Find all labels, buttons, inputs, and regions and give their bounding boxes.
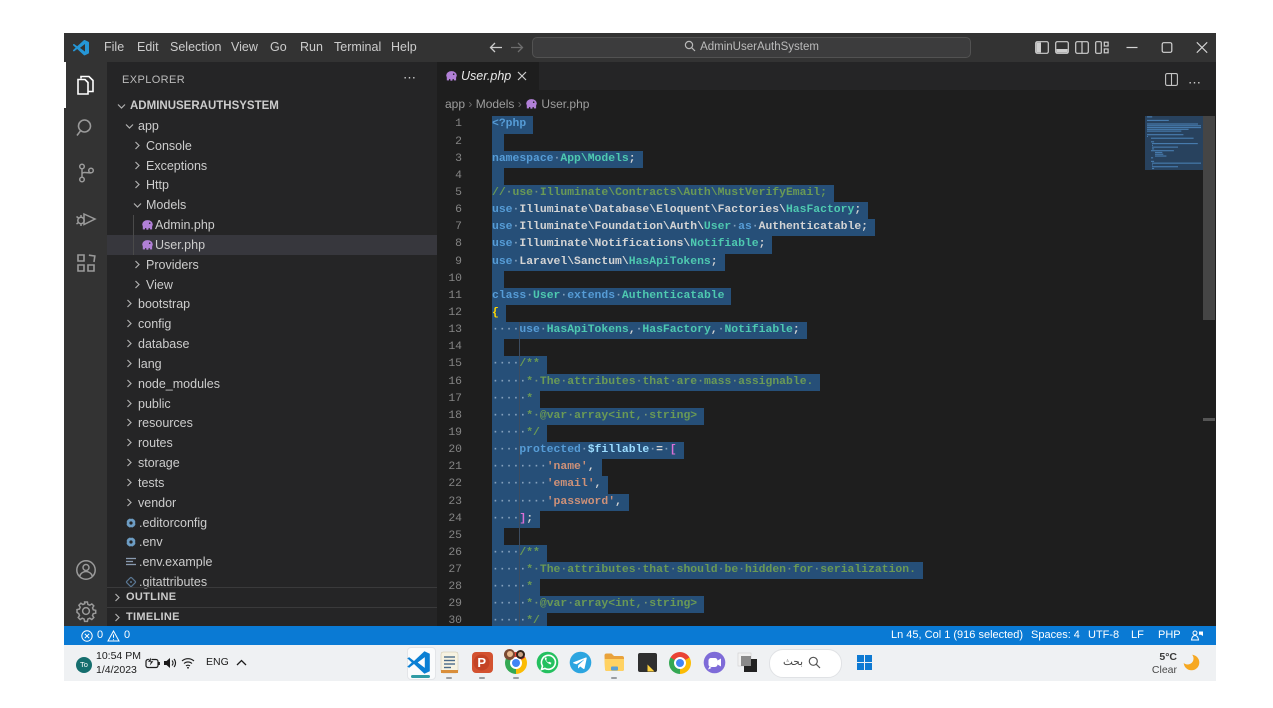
svg-text:P: P — [477, 655, 486, 670]
